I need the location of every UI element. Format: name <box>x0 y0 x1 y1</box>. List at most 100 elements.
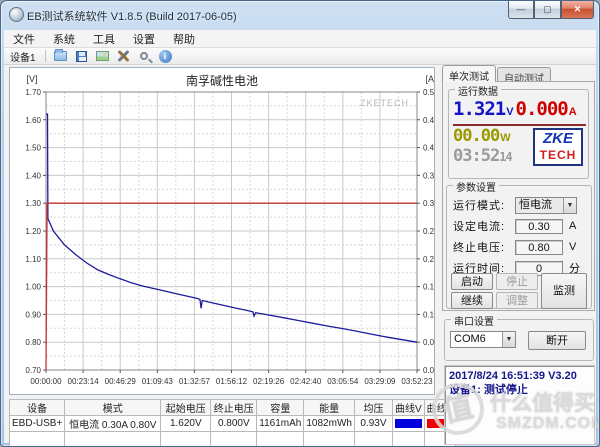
menu-file[interactable]: 文件 <box>4 29 44 49</box>
col-end-v: 终止电压 <box>210 399 258 416</box>
run-mode-label: 运行模式: <box>453 200 506 212</box>
continue-button[interactable]: 继续 <box>451 292 493 309</box>
voltage-unit: V <box>506 106 514 118</box>
svg-text:0.50: 0.50 <box>423 88 434 97</box>
svg-text:0.40: 0.40 <box>423 144 434 153</box>
chevron-down-icon[interactable]: ▼ <box>502 332 515 347</box>
svg-text:1.30: 1.30 <box>25 199 41 208</box>
svg-text:01:09:43: 01:09:43 <box>142 377 174 386</box>
svg-text:01:32:57: 01:32:57 <box>179 377 211 386</box>
svg-text:00:00:00: 00:00:00 <box>30 377 62 386</box>
svg-text:0.00: 0.00 <box>423 366 434 375</box>
stop-button: 停止 <box>496 273 538 290</box>
cell-energy: 1082mWh <box>303 415 355 432</box>
export-image-icon[interactable] <box>95 49 110 63</box>
current-readout: 0.000 <box>515 98 569 120</box>
set-current-input[interactable]: 0.30 <box>515 218 563 234</box>
set-current-label: 设定电流: <box>453 221 506 233</box>
cutoff-voltage-label: 终止电压: <box>453 242 506 254</box>
svg-text:03:29:09: 03:29:09 <box>364 377 396 386</box>
menu-system[interactable]: 系统 <box>44 29 84 49</box>
serial-group-label: 串口设置 <box>451 313 497 328</box>
status-timestamp: 2017/8/24 16:51:39 V3.20 <box>449 370 577 382</box>
svg-text:1.40: 1.40 <box>25 171 41 180</box>
device-selector[interactable]: 设备1 <box>4 48 41 65</box>
maximize-button[interactable]: ▢ <box>534 1 561 19</box>
current-unit: A <box>568 106 577 118</box>
elapsed-time-readout: 03:52 <box>453 146 500 166</box>
svg-text:1.50: 1.50 <box>25 144 41 153</box>
menu-help[interactable]: 帮助 <box>164 29 204 49</box>
col-mode: 模式 <box>64 399 162 416</box>
cell-start-v: 1.620V <box>160 415 212 432</box>
zketech-logo: ZKE TECH <box>533 128 583 166</box>
disconnect-button[interactable]: 断开 <box>528 331 586 350</box>
svg-text:1.00: 1.00 <box>25 283 41 292</box>
col-device: 设备 <box>8 399 66 416</box>
svg-text:0.10: 0.10 <box>423 310 434 319</box>
app-icon <box>9 7 24 22</box>
col-avg-v: 均压 <box>353 399 393 416</box>
run-mode-select[interactable]: 恒电流 ▼ <box>515 196 577 214</box>
curve-v-color <box>394 419 422 428</box>
svg-text:0.20: 0.20 <box>423 255 434 264</box>
svg-text:0.35: 0.35 <box>423 171 434 180</box>
discharge-chart: [V] 1.70 1.60 1.50 1.40 1.30 1.20 1.10 1.00 0.90 0… <box>25 74 434 386</box>
cutoff-voltage-row: 终止电压: 0.80 V <box>453 238 587 256</box>
results-table: 设备 模式 起始电压 终止电压 容量 能量 均压 曲线V 曲线A EBD-USB… <box>8 399 457 446</box>
com-port-value: COM6 <box>451 332 502 347</box>
svg-text:1.70: 1.70 <box>25 88 41 97</box>
title-bar[interactable]: EB测试系统软件 V1.8.5 (Build 2017-06-05) — ▢ ✕ <box>1 1 599 29</box>
set-current-unit: A <box>569 220 577 232</box>
run-mode-row: 运行模式: 恒电流 ▼ <box>453 196 587 214</box>
adjust-button: 调整 <box>496 292 538 309</box>
voltage-current-display: 1.321 V 0.000 A <box>453 98 586 126</box>
start-button[interactable]: 启动 <box>451 273 493 290</box>
monitor-button[interactable]: 监测 <box>541 273 587 309</box>
svg-text:00:23:14: 00:23:14 <box>68 377 100 386</box>
svg-text:0.15: 0.15 <box>423 283 434 292</box>
table-header-row: 设备 模式 起始电压 终止电压 容量 能量 均压 曲线V 曲线A <box>8 399 457 416</box>
svg-text:1.20: 1.20 <box>25 227 41 236</box>
table-row[interactable]: EBD-USB+ 恒电流 0.30A 0.80V 1.620V 0.800V 1… <box>8 415 457 432</box>
run-data-group-label: 运行数据 <box>455 83 501 98</box>
svg-text:0.30: 0.30 <box>423 199 434 208</box>
open-file-icon[interactable] <box>53 49 68 63</box>
power-readout: 00.00 <box>453 126 500 146</box>
elapsed-time-seconds: 14 <box>499 150 512 164</box>
set-current-row: 设定电流: 0.30 A <box>453 217 587 235</box>
tools-icon[interactable] <box>116 49 131 63</box>
status-message: 设备1: 测试停止 <box>449 384 528 396</box>
svg-text:0.25: 0.25 <box>423 227 434 236</box>
cutoff-voltage-input[interactable]: 0.80 <box>515 239 563 255</box>
table-empty-row <box>8 431 457 446</box>
svg-text:0.05: 0.05 <box>423 338 434 347</box>
cell-end-v: 0.800V <box>210 415 258 432</box>
svg-text:01:56:12: 01:56:12 <box>216 377 248 386</box>
menu-settings[interactable]: 设置 <box>124 29 164 49</box>
menu-bar: 文件 系统 工具 设置 帮助 <box>4 30 596 48</box>
tab-single-test[interactable]: 单次测试 <box>442 65 496 83</box>
col-start-v: 起始电压 <box>160 399 212 416</box>
save-icon[interactable] <box>74 49 89 63</box>
cell-avg-v: 0.93V <box>353 415 393 432</box>
power-unit: W <box>500 132 511 144</box>
svg-text:1.10: 1.10 <box>25 255 41 264</box>
svg-text:0.70: 0.70 <box>25 366 41 375</box>
close-button[interactable]: ✕ <box>561 1 594 19</box>
info-icon[interactable]: i <box>158 49 173 63</box>
voltage-readout: 1.321 <box>453 98 506 120</box>
app-window: EB测试系统软件 V1.8.5 (Build 2017-06-05) — ▢ ✕… <box>0 0 600 447</box>
cell-curve-v-swatch[interactable] <box>391 415 425 432</box>
com-port-select[interactable]: COM6 ▼ <box>450 331 516 348</box>
minimize-button[interactable]: — <box>508 1 534 19</box>
tab-auto-test[interactable]: 自动测试 <box>497 67 551 85</box>
menu-tools[interactable]: 工具 <box>84 29 124 49</box>
chart-panel: 南孚碱性电池 [V] 1.70 1.60 1.50 1.40 1.30 1.20 1.10 1.… <box>9 67 435 395</box>
chevron-down-icon[interactable]: ▼ <box>563 197 576 213</box>
svg-text:00:46:29: 00:46:29 <box>105 377 137 386</box>
zoom-icon[interactable] <box>137 49 152 63</box>
svg-text:03:05:54: 03:05:54 <box>327 377 359 386</box>
power-time-display: 00.00W 03:5214 <box>453 126 513 166</box>
col-curve-v: 曲线V <box>391 399 425 416</box>
